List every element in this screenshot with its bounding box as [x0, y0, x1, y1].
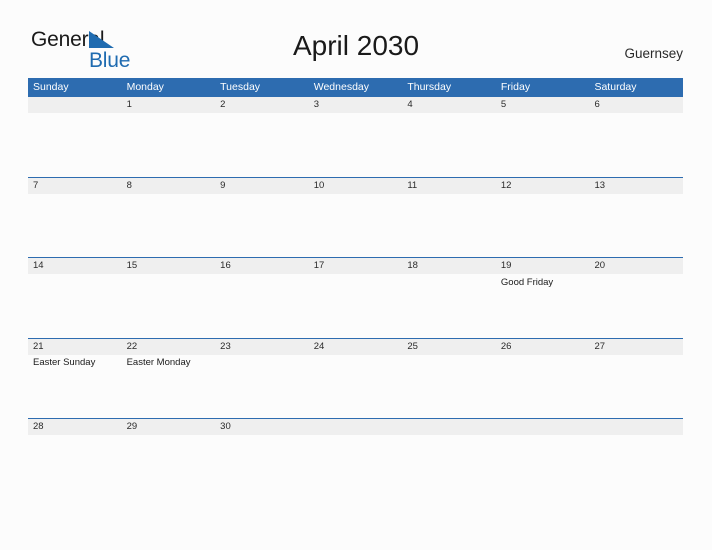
day-cell[interactable]: 30: [215, 418, 309, 499]
day-cell[interactable]: 13: [589, 177, 683, 258]
day-cell[interactable]: [402, 418, 496, 499]
calendar-page: General Blue April 2030 Guernsey Sunday …: [0, 0, 712, 550]
day-cell[interactable]: 27: [589, 338, 683, 419]
day-number: 23: [220, 340, 231, 352]
day-number: 1: [126, 99, 132, 110]
day-number: 16: [220, 260, 231, 271]
weekday-header-friday: Friday: [500, 81, 531, 93]
day-number: 26: [500, 340, 512, 352]
day-number: 12: [500, 179, 512, 191]
day-event: Easter Monday: [126, 357, 191, 368]
day-cell[interactable]: 10: [309, 177, 403, 258]
day-event: Good Friday: [500, 276, 554, 288]
day-cell[interactable]: 18: [402, 257, 496, 338]
day-cell[interactable]: 1: [122, 96, 216, 177]
weekday-header-tuesday: Tuesday: [220, 81, 261, 93]
day-cell[interactable]: 20: [589, 257, 683, 338]
weekday-header-wednesday: Wednesday: [313, 81, 369, 93]
day-number: 9: [220, 179, 226, 191]
calendar-week-row: 21 Easter Sunday 22 Easter Monday 23 24 …: [28, 337, 683, 419]
day-cell[interactable]: 9: [215, 177, 309, 258]
day-cell[interactable]: 29: [122, 418, 216, 499]
day-number: 15: [126, 260, 138, 271]
day-number: 21: [33, 340, 44, 352]
day-cell-easter-sunday[interactable]: 21 Easter Sunday: [28, 338, 122, 419]
day-number: 8: [126, 179, 132, 191]
day-cell[interactable]: 4: [402, 96, 496, 177]
day-cell[interactable]: 3: [309, 96, 403, 177]
day-number: 2: [220, 99, 226, 110]
day-event: Easter Sunday: [33, 357, 96, 368]
day-number: 24: [313, 340, 325, 352]
weekday-header-monday: Monday: [126, 81, 164, 93]
weekday-header-thursday: Thursday: [407, 81, 452, 93]
day-number: 14: [33, 260, 44, 271]
page-header: General Blue April 2030 Guernsey: [0, 0, 712, 76]
weekday-header-row: Sunday Monday Tuesday Wednesday Thursday…: [28, 78, 683, 96]
day-number: 5: [500, 99, 507, 110]
day-number: 17: [313, 260, 325, 271]
day-number: 18: [407, 260, 418, 271]
weekday-header-saturday: Saturday: [594, 81, 637, 93]
day-cell[interactable]: 6: [589, 96, 683, 177]
day-number: 3: [313, 99, 320, 110]
day-cell[interactable]: 8: [122, 177, 216, 258]
calendar-week-row: 28 29 30: [28, 418, 683, 499]
day-number: 20: [594, 260, 606, 271]
calendar-week-row: 7 8 9 10 11 12 13: [28, 176, 683, 258]
day-cell[interactable]: [496, 418, 590, 499]
day-number: 4: [407, 99, 413, 110]
day-cell[interactable]: 7: [28, 177, 122, 258]
day-cell[interactable]: 16: [215, 257, 309, 338]
day-cell-easter-monday[interactable]: 22 Easter Monday: [122, 338, 216, 419]
day-number: 22: [126, 340, 138, 352]
day-number: 13: [594, 179, 606, 191]
calendar-week-row: 1 2 3 4 5 6: [28, 96, 683, 177]
weekday-header-sunday: Sunday: [33, 81, 69, 93]
calendar-grid: Sunday Monday Tuesday Wednesday Thursday…: [28, 78, 683, 499]
day-cell[interactable]: 28: [28, 418, 122, 499]
day-cell[interactable]: 23: [215, 338, 309, 419]
day-cell-good-friday[interactable]: 19 Good Friday: [496, 257, 590, 338]
day-cell[interactable]: [309, 418, 403, 499]
day-cell[interactable]: 26: [496, 338, 590, 419]
calendar-week-row: 14 15 16 17 18 19 Good Friday 20: [28, 257, 683, 338]
day-cell[interactable]: 14: [28, 257, 122, 338]
day-cell[interactable]: 12: [496, 177, 590, 258]
day-number: 11: [407, 179, 418, 191]
day-number: 7: [33, 179, 39, 191]
day-cell[interactable]: [589, 418, 683, 499]
day-cell[interactable]: 5: [496, 96, 590, 177]
day-cell[interactable]: 25: [402, 338, 496, 419]
calendar-region-label: Guernsey: [624, 46, 683, 61]
day-number: 30: [220, 421, 231, 432]
day-number: 25: [407, 340, 418, 352]
day-number: 10: [313, 179, 325, 191]
day-cell[interactable]: 15: [122, 257, 216, 338]
day-number: 27: [594, 340, 606, 352]
day-number: 6: [594, 99, 600, 110]
day-cell[interactable]: 17: [309, 257, 403, 338]
day-cell[interactable]: 2: [215, 96, 309, 177]
day-cell[interactable]: [28, 96, 122, 177]
page-title: April 2030: [292, 30, 420, 61]
day-number: 29: [126, 421, 138, 432]
day-cell[interactable]: 24: [309, 338, 403, 419]
day-number: 28: [33, 421, 44, 432]
day-number: 19: [500, 260, 512, 271]
day-cell[interactable]: 11: [402, 177, 496, 258]
